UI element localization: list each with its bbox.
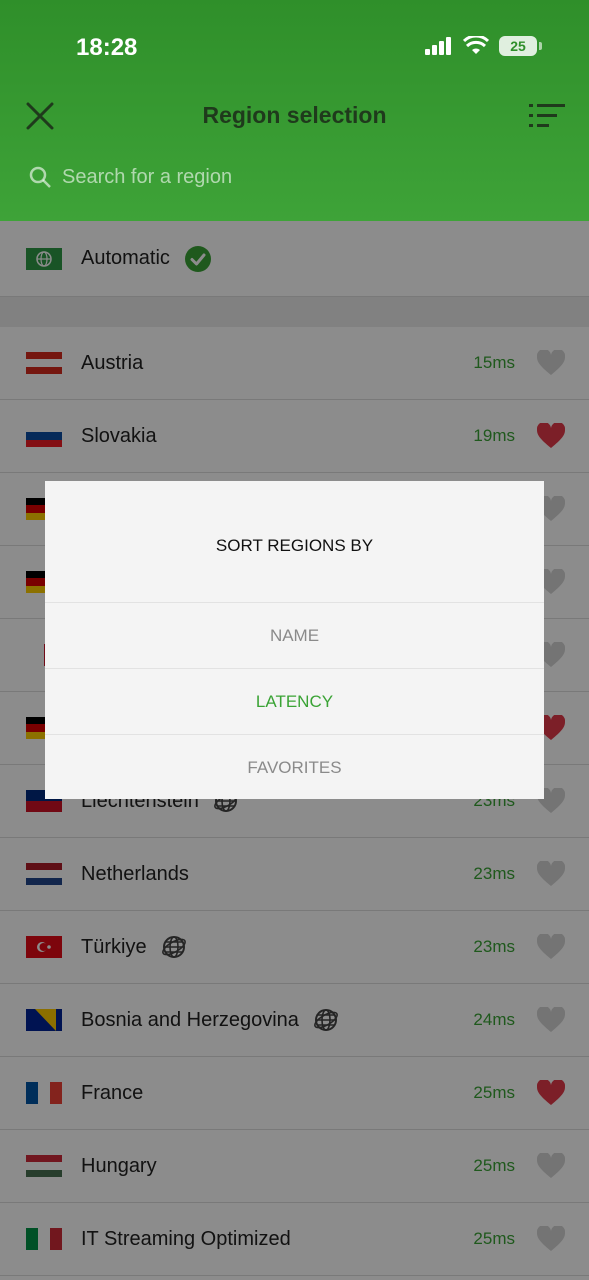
search-bar xyxy=(28,160,561,194)
dialog-title: SORT REGIONS BY xyxy=(45,481,544,603)
sort-icon[interactable] xyxy=(527,98,567,134)
top-bar: Region selection xyxy=(0,94,589,138)
sort-option-name[interactable]: NAME xyxy=(45,603,544,669)
status-bar: 18:28 25 xyxy=(0,30,589,66)
search-input[interactable] xyxy=(62,165,462,189)
page-title: Region selection xyxy=(202,102,387,128)
status-time: 18:28 xyxy=(76,34,138,61)
sort-option-favorites[interactable]: FAVORITES xyxy=(45,735,544,801)
sort-option-latency[interactable]: LATENCY xyxy=(45,669,544,735)
wifi-icon xyxy=(463,36,489,54)
app-header: 18:28 25 Region selection xyxy=(0,0,589,221)
status-icons: 25 xyxy=(425,36,542,56)
search-icon xyxy=(29,166,51,188)
signal-icon xyxy=(425,37,451,55)
battery-indicator: 25 xyxy=(499,36,542,56)
sort-dialog: SORT REGIONS BY NAME LATENCY FAVORITES xyxy=(45,481,544,799)
